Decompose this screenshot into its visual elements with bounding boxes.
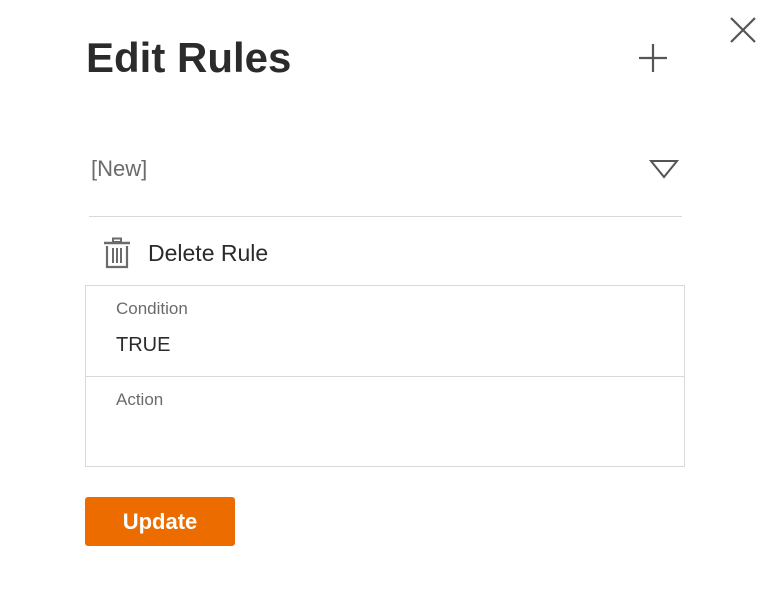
condition-label: Condition (116, 299, 188, 318)
close-icon (730, 17, 756, 43)
dialog-title: Edit Rules (86, 34, 292, 81)
update-button[interactable]: Update (85, 497, 235, 546)
add-rule-button[interactable] (637, 42, 669, 74)
action-label: Action (116, 390, 164, 409)
plus-icon (639, 44, 667, 72)
trash-icon (104, 237, 130, 269)
triangle-down-icon (649, 160, 679, 179)
delete-rule-label: Delete Rule (148, 239, 269, 266)
condition-value[interactable]: TRUE (116, 334, 170, 357)
rule-fields: Condition TRUE Action (85, 285, 685, 467)
rule-select-value: [New] (91, 156, 148, 181)
edit-rules-dialog: Edit Rules [New] Delete Rule Condition T… (0, 0, 773, 597)
close-button[interactable] (728, 15, 758, 45)
action-field[interactable]: Action (86, 376, 684, 467)
delete-rule-button[interactable]: Delete Rule (102, 236, 268, 270)
condition-field[interactable]: Condition TRUE (86, 286, 684, 376)
rule-select[interactable]: [New] (89, 140, 682, 217)
